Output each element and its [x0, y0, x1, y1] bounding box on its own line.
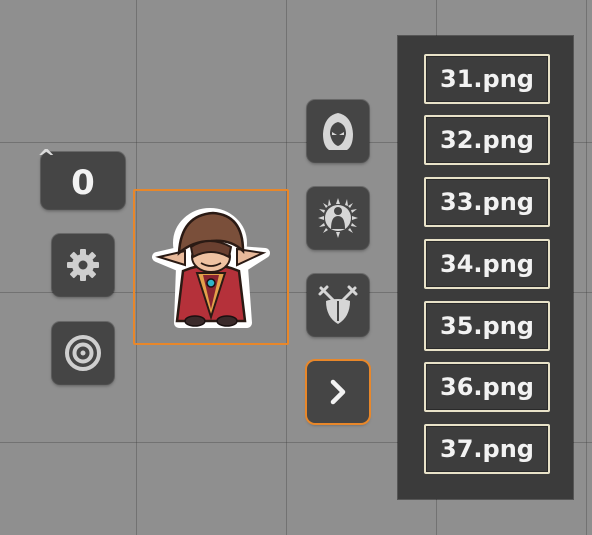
file-item[interactable]: 33.png — [424, 177, 550, 227]
settings-button[interactable] — [52, 234, 114, 296]
file-item[interactable]: 37.png — [424, 424, 550, 474]
hooded-rogue-icon — [323, 113, 353, 150]
expand-panel-button[interactable] — [307, 361, 369, 423]
image-file-panel: 31.png 32.png 33.png 34.png 35.png 36.pn… — [398, 36, 573, 499]
file-item[interactable]: 32.png — [424, 115, 550, 165]
chevron-right-icon — [330, 379, 346, 405]
priest-class-button[interactable] — [307, 187, 369, 249]
fighter-class-button[interactable] — [307, 274, 369, 336]
character-token[interactable] — [133, 189, 289, 345]
elevation-up-caret[interactable]: ^ — [37, 146, 55, 171]
elf-character-token — [152, 208, 270, 328]
radiant-priest-icon — [318, 198, 358, 238]
file-item[interactable]: 31.png — [424, 54, 550, 104]
crossed-swords-shield-icon — [318, 285, 358, 324]
gear-icon — [67, 249, 99, 281]
elevation-value: 0 — [71, 162, 95, 203]
file-item[interactable]: 34.png — [424, 239, 550, 289]
elevation-control[interactable]: ^ 0 — [37, 146, 125, 209]
file-item[interactable]: 36.png — [424, 362, 550, 412]
file-item[interactable]: 35.png — [424, 301, 550, 351]
target-icon — [65, 335, 101, 371]
target-button[interactable] — [52, 322, 114, 384]
rogue-class-button[interactable] — [307, 100, 369, 162]
